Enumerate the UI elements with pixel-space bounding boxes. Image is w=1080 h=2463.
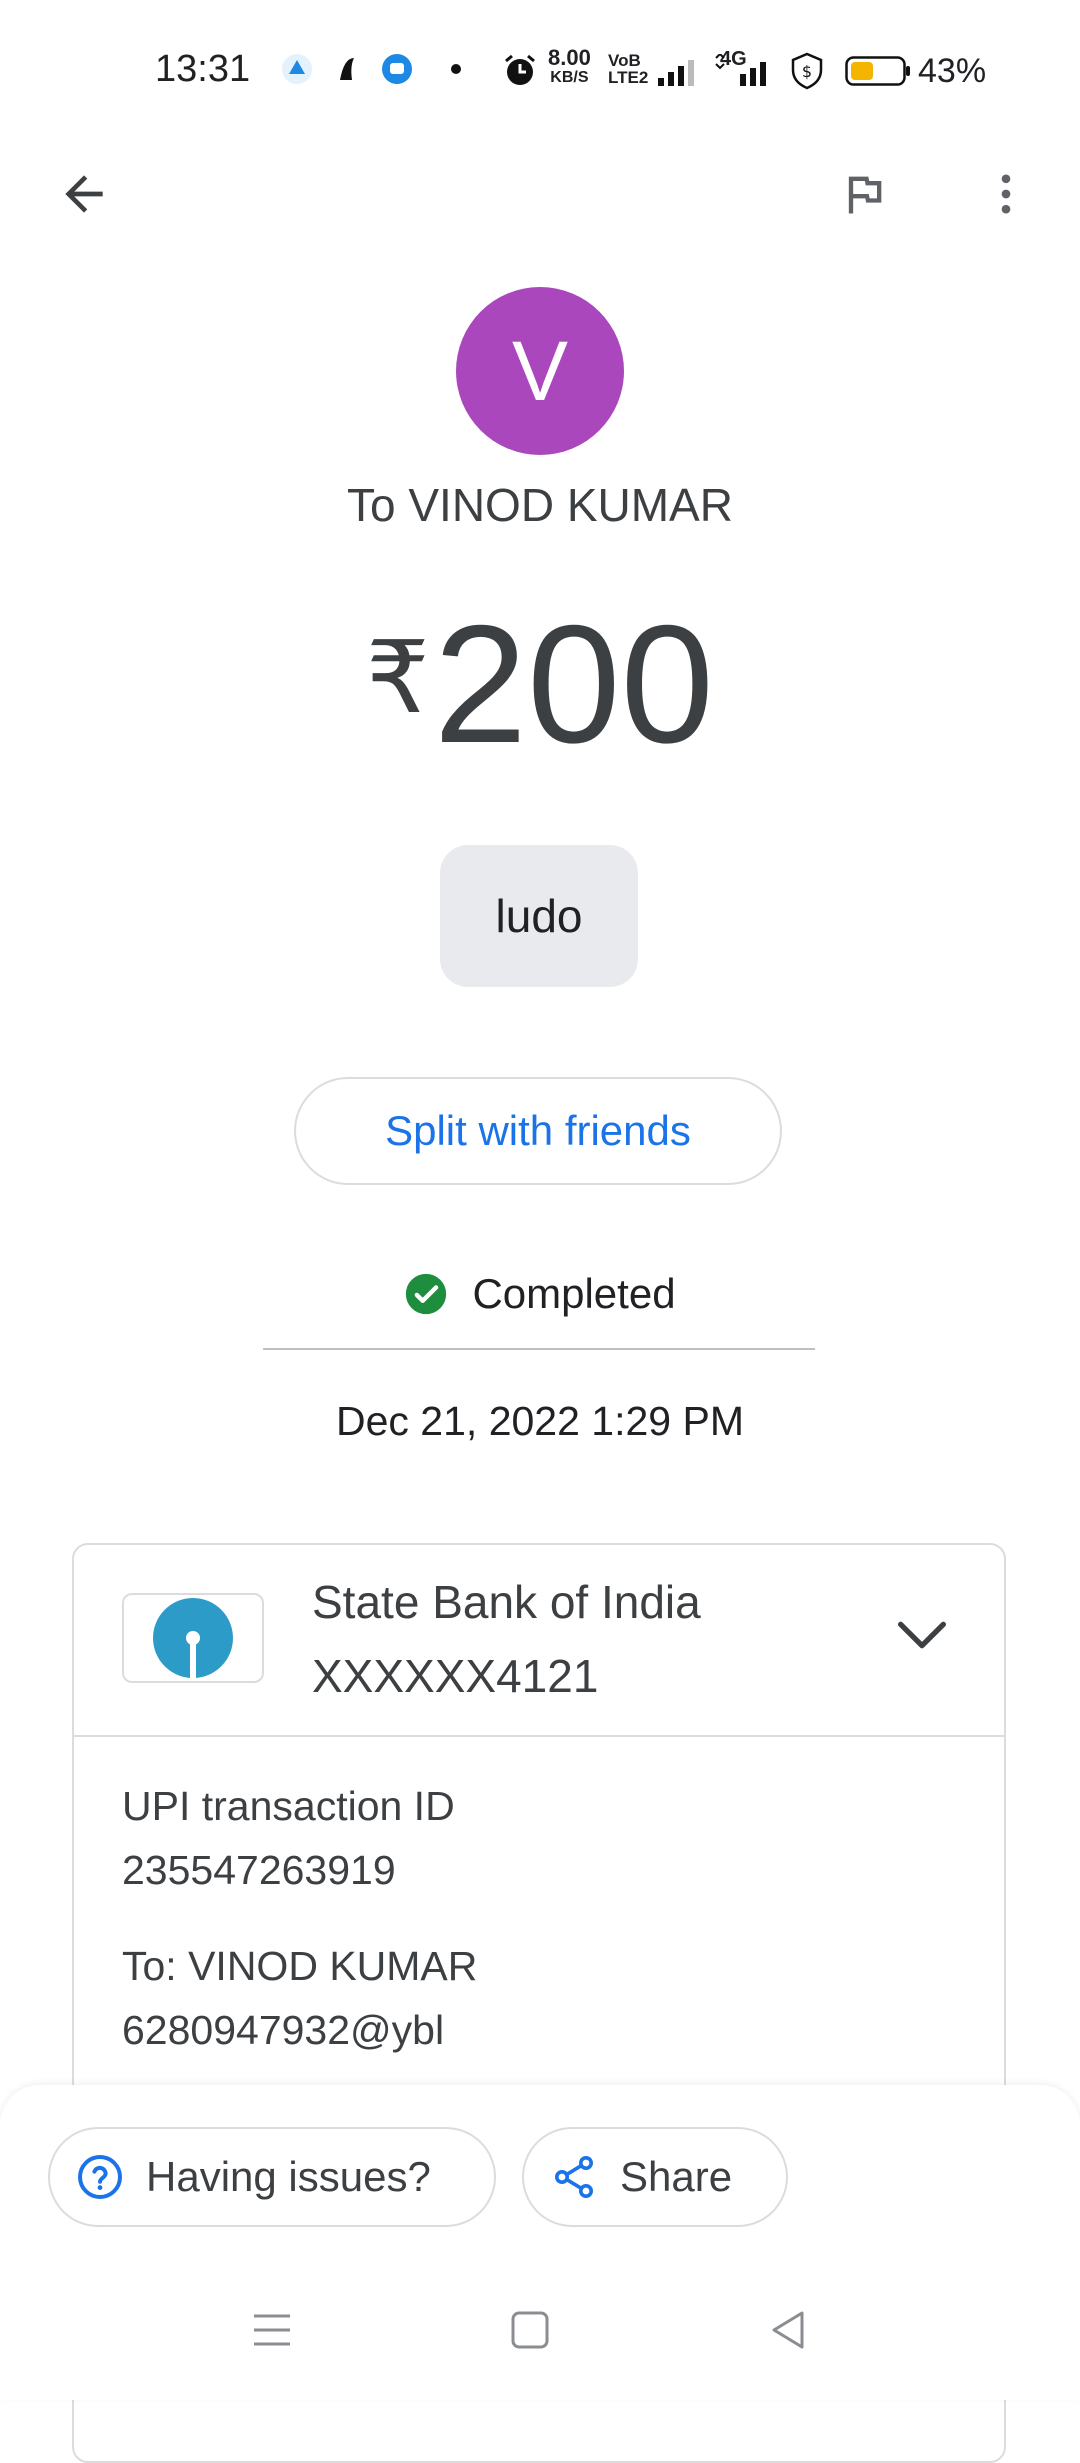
having-issues-label: Having issues? [146,2153,431,2200]
avatar: V [456,287,624,455]
flag-icon [848,176,882,214]
volte-top: VoB [608,51,641,70]
battery-icon [845,56,910,86]
nav-back-button[interactable] [748,2290,828,2370]
upi-transaction-id-label: UPI transaction ID [122,1783,455,1829]
bank-logo [122,1593,264,1683]
currency-symbol: ₹ [366,622,430,734]
svg-text:$: $ [802,62,812,81]
upi-transaction-id: 235547263919 [122,1847,396,1893]
divider [263,1348,815,1350]
report-flag-button[interactable] [816,146,912,242]
having-issues-button[interactable]: Having issues? [48,2127,496,2227]
payment-note: ludo [440,845,638,987]
app-notification-icon [382,54,412,84]
back-button[interactable] [36,146,132,242]
shield-dollar-icon: $ [791,52,823,90]
status-row: Completed [0,1270,1080,1318]
home-icon [511,2311,549,2349]
share-button[interactable]: Share [522,2127,788,2227]
volte-bottom: LTE2 [608,68,649,87]
share-label: Share [620,2153,733,2200]
signal-icon [715,54,766,86]
dot-icon [451,64,461,74]
more-vert-icon [1001,174,1011,214]
nav-recents-button[interactable] [232,2290,312,2370]
share-icon [550,2153,598,2201]
recipient-title: To VINOD KUMAR [347,479,733,531]
status-bar: 13:31 8.00 KB/S VoB LTE2 4G $ 43% [0,0,1080,140]
net-speed-unit: KB/S [550,69,589,86]
status-text: Completed [472,1270,676,1317]
bank-name: State Bank of India [312,1576,701,1628]
split-with-friends-button[interactable]: Split with friends [294,1077,782,1185]
amount: ₹200 [0,600,1080,768]
to-vpa: 6280947932@ybl [122,2007,445,2053]
chevron-down-icon[interactable] [890,1603,954,1667]
arrow-back-icon [65,175,103,213]
volte-indicator: VoB LTE2 [608,52,648,86]
status-time: 13:31 [155,48,251,90]
alarm-icon [505,54,535,85]
nav-home-button[interactable] [490,2290,570,2370]
card-divider [74,1735,1004,1737]
to-label: To: VINOD KUMAR [122,1943,478,1989]
amount-value: 200 [433,590,714,778]
back-triangle-icon [772,2311,804,2349]
check-circle-icon [406,1273,447,1315]
app-notification-icon [282,54,312,84]
bank-account: XXXXXX4121 [312,1650,599,1702]
sbi-logo-icon [153,1598,233,1678]
help-icon [76,2153,124,2201]
more-options-button[interactable] [958,146,1054,242]
recents-icon [254,2314,290,2346]
transaction-datetime: Dec 21, 2022 1:29 PM [336,1398,744,1444]
net-speed: 8.00 KB/S [548,45,591,88]
net-speed-value: 8.00 [548,45,591,70]
app-notification-icon [340,58,354,80]
signal-icon [658,60,694,86]
battery-percent: 43% [918,52,987,90]
